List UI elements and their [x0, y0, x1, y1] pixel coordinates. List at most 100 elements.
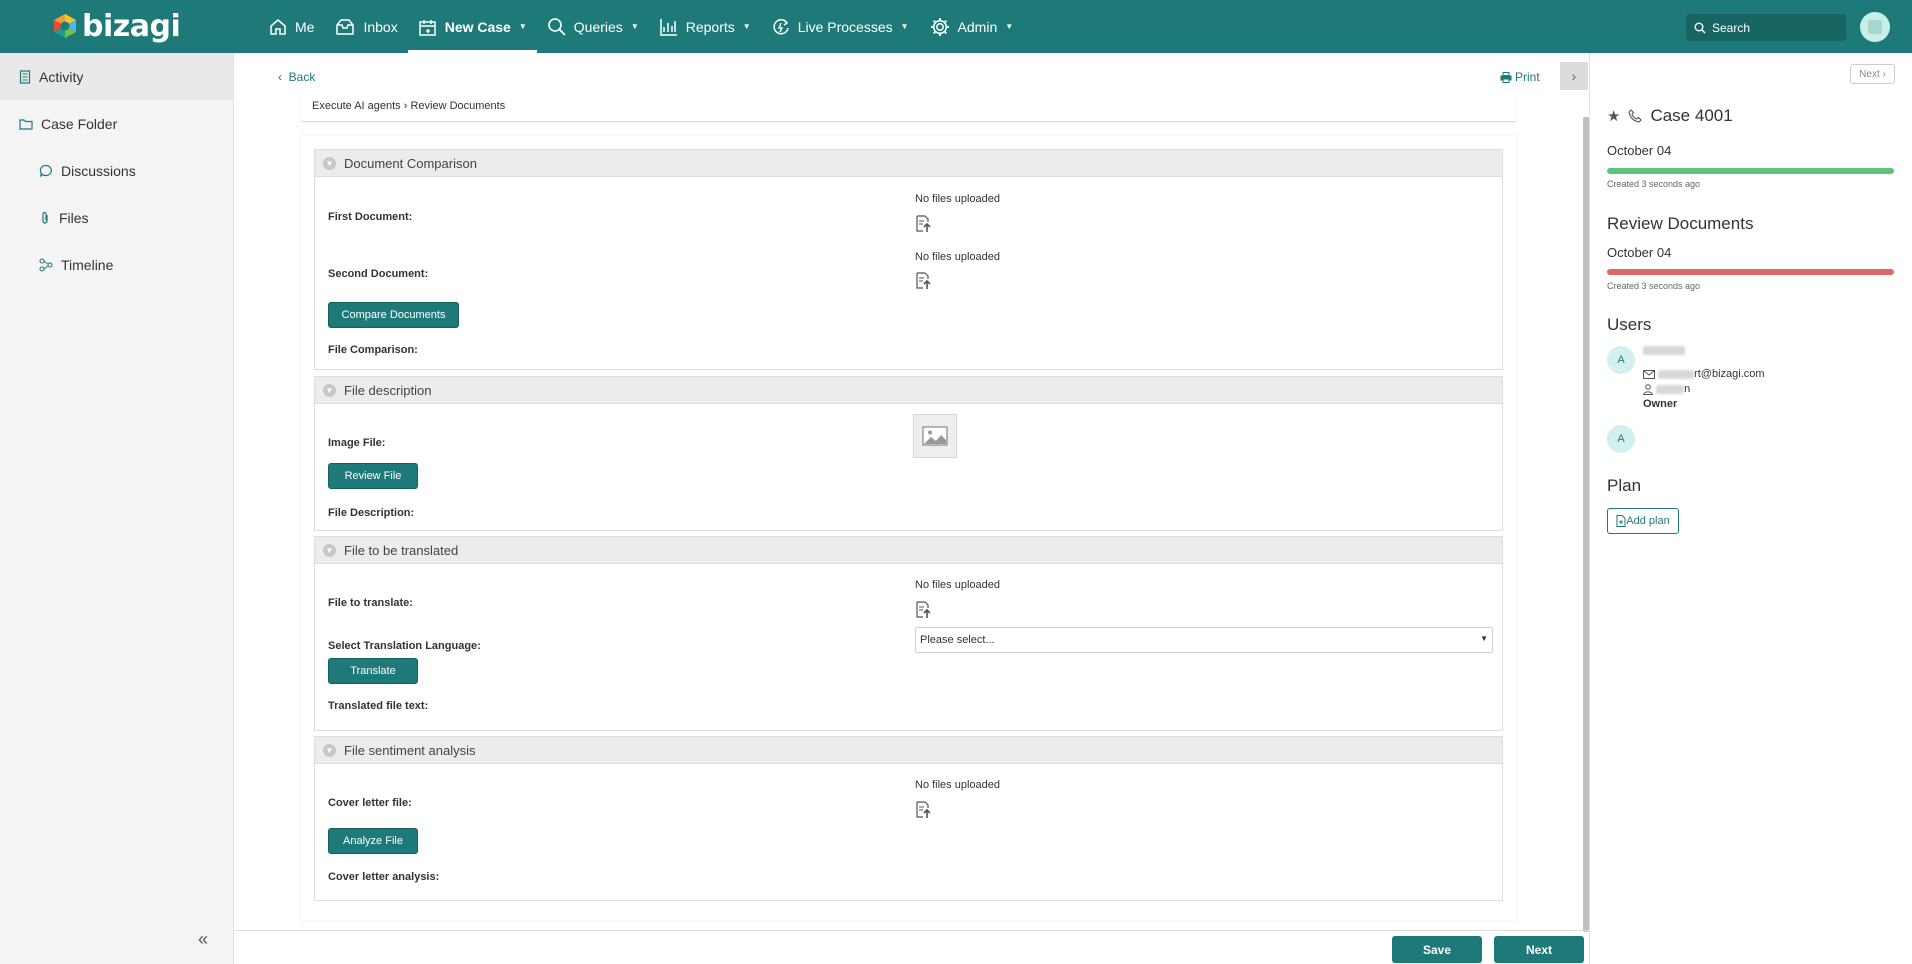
task-title: Review Documents: [1607, 214, 1754, 233]
add-document-icon: [1616, 515, 1626, 527]
select-value: Please select...: [920, 634, 995, 646]
sidebar-item-label: Activity: [39, 68, 84, 85]
sidebar-item-label: Case Folder: [41, 115, 118, 132]
inbox-icon: [336, 18, 355, 35]
group-title: File to be translated: [344, 542, 459, 558]
upload-icon[interactable]: [915, 801, 933, 819]
group-header[interactable]: ▼ File to be translated: [315, 537, 1502, 564]
first-document-label: First Document:: [328, 211, 413, 223]
case-progress-bar: [1607, 168, 1894, 174]
chevron-down-icon: ▼: [518, 22, 527, 31]
sidebar-item-label: Discussions: [61, 162, 136, 179]
user-avatar[interactable]: A: [1607, 346, 1635, 374]
new-case-icon: [418, 19, 436, 36]
chevron-down-icon: ▼: [630, 22, 639, 31]
chat-icon: [39, 164, 52, 177]
user-avatar[interactable]: A: [1607, 425, 1635, 453]
nav-queries[interactable]: Queries ▼: [537, 0, 649, 53]
chevron-left-icon: ‹: [278, 70, 282, 84]
group-title: File description: [344, 382, 432, 398]
mail-icon: [1643, 369, 1655, 379]
sidebar-item-files[interactable]: Files: [0, 194, 233, 241]
group-header[interactable]: ▼ File sentiment analysis: [315, 737, 1502, 764]
chevron-down-icon: ▼: [323, 383, 336, 397]
search-icon: [1694, 22, 1706, 34]
group-document-comparison: ▼ Document Comparison First Document: No…: [314, 149, 1503, 370]
user-name-redacted: [1643, 346, 1685, 355]
plan-heading: Plan: [1607, 476, 1642, 495]
phone-icon: [1628, 109, 1643, 123]
gear-icon: [930, 17, 949, 36]
live-process-icon: [773, 18, 789, 34]
back-link[interactable]: ‹ Back: [278, 70, 315, 84]
cover-letter-analysis-label: Cover letter analysis:: [328, 871, 440, 883]
nav-new-case[interactable]: New Case ▼: [407, 0, 537, 53]
case-title: ★ Case 4001: [1607, 106, 1733, 126]
user-role: Owner: [1643, 398, 1678, 410]
image-icon: [922, 426, 948, 446]
next-case-button[interactable]: Next ›: [1850, 64, 1895, 84]
cover-letter-file-label: Cover letter file:: [328, 797, 412, 809]
translation-language-label: Select Translation Language:: [328, 640, 481, 652]
logo-text: bizagi: [82, 8, 181, 44]
print-label: Print: [1515, 70, 1540, 84]
nav-live-processes[interactable]: Live Processes ▼: [761, 0, 919, 53]
file-to-translate-label: File to translate:: [328, 597, 413, 609]
user-email-text: rt@bizagi.com: [1694, 368, 1765, 380]
chevron-down-icon: ▼: [742, 22, 751, 31]
sidebar-item-activity[interactable]: Activity: [0, 53, 233, 100]
chevron-down-icon: ▼: [323, 743, 336, 757]
double-chevron-left-icon[interactable]: «: [198, 929, 208, 950]
search-input[interactable]: Search: [1686, 14, 1846, 41]
timeline-icon: [39, 257, 53, 272]
nav-reports[interactable]: Reports ▼: [649, 0, 761, 53]
nav-admin[interactable]: Admin ▼: [919, 0, 1024, 53]
sidebar-item-discussions[interactable]: Discussions: [0, 147, 233, 194]
chevron-down-icon: ▼: [900, 22, 909, 31]
first-document-status: No files uploaded: [915, 193, 1001, 205]
second-document-status: No files uploaded: [915, 251, 1001, 263]
chevron-right-icon: ›: [1571, 68, 1577, 84]
sidebar-item-case-folder[interactable]: Case Folder: [0, 100, 233, 147]
nav-inbox[interactable]: Inbox: [324, 0, 407, 53]
group-file-description: ▼ File description Image File: Review Fi…: [314, 376, 1503, 531]
form-container: ▼ Document Comparison First Document: No…: [301, 136, 1516, 920]
printer-icon: [1500, 71, 1512, 83]
task-created-text: Created 3 seconds ago: [1607, 281, 1701, 291]
user-avatar[interactable]: [1860, 12, 1890, 42]
star-icon[interactable]: ★: [1607, 107, 1620, 125]
file-description-label: File Description:: [328, 507, 415, 519]
print-button[interactable]: Print: [1500, 70, 1540, 84]
review-file-button[interactable]: Review File: [328, 463, 418, 489]
nav-admin-label: Admin: [957, 18, 998, 35]
bizagi-logo-icon: [54, 14, 76, 38]
next-case-label: Next: [1859, 68, 1880, 80]
analyze-file-button[interactable]: Analyze File: [328, 828, 418, 854]
bizagi-logo[interactable]: bizagi: [52, 8, 181, 44]
image-upload-placeholder[interactable]: [913, 414, 957, 458]
home-icon: [270, 18, 286, 35]
group-title: File sentiment analysis: [344, 742, 476, 758]
translation-language-select[interactable]: Please select... ▼: [915, 627, 1493, 653]
next-button[interactable]: Next: [1494, 936, 1584, 963]
toggle-right-panel-button[interactable]: ›: [1560, 62, 1588, 90]
users-heading: Users: [1607, 315, 1652, 334]
upload-icon[interactable]: [915, 215, 933, 233]
upload-icon[interactable]: [915, 601, 933, 619]
upload-icon[interactable]: [915, 272, 933, 290]
left-sidebar: Activity Case Folder Discussions Files T…: [0, 53, 234, 964]
search-placeholder: Search: [1712, 20, 1751, 35]
case-date: October 04: [1607, 143, 1672, 158]
sidebar-item-timeline[interactable]: Timeline: [0, 241, 233, 288]
add-plan-button[interactable]: Add plan: [1607, 508, 1679, 534]
group-header[interactable]: ▼ Document Comparison: [315, 150, 1502, 177]
add-plan-label: Add plan: [1626, 515, 1670, 527]
group-header[interactable]: ▼ File description: [315, 377, 1502, 404]
save-button[interactable]: Save: [1392, 936, 1482, 963]
compare-documents-button[interactable]: Compare Documents: [328, 302, 459, 328]
translate-button[interactable]: Translate: [328, 658, 418, 684]
second-document-label: Second Document:: [328, 268, 429, 280]
folder-icon: [19, 118, 33, 130]
nav-me[interactable]: Me: [258, 0, 324, 53]
user-email: rt@bizagi.com: [1643, 368, 1765, 380]
